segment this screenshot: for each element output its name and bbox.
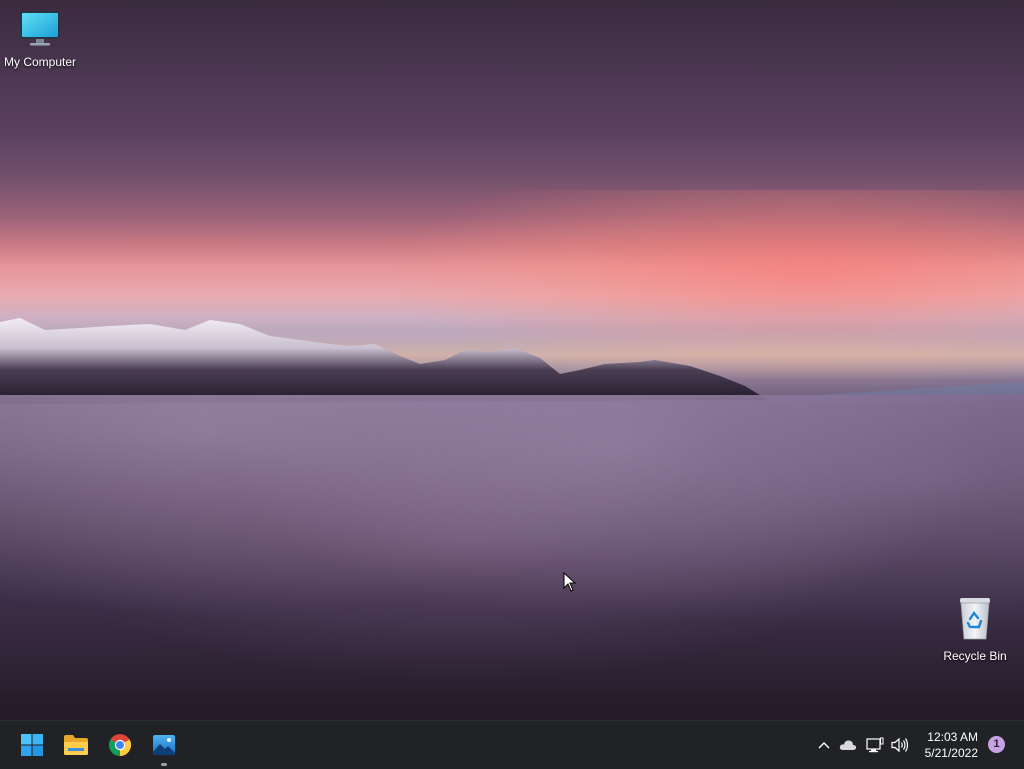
mountain-range [0, 318, 1024, 404]
photos-icon [153, 735, 175, 755]
mouse-cursor-icon [563, 572, 577, 592]
clock[interactable]: 12:03 AM 5/21/2022 [925, 729, 978, 761]
clock-date: 5/21/2022 [924, 746, 978, 760]
chrome-icon [109, 734, 131, 756]
taskbar-photos[interactable] [148, 729, 180, 761]
windows-start-icon [21, 734, 43, 756]
monitor-icon [20, 11, 60, 46]
folder-icon [64, 735, 88, 755]
recycle-bin-icon [960, 598, 990, 640]
taskbar-file-explorer[interactable] [60, 729, 92, 761]
clock-time: 12:03 AM [927, 730, 978, 744]
chevron-up-icon [818, 742, 830, 749]
taskbar-chrome[interactable] [104, 729, 136, 761]
desktop-icon-label: My Computer [3, 55, 77, 69]
desktop-icon-recycle-bin[interactable]: Recycle Bin [935, 596, 1015, 663]
start-button[interactable] [16, 729, 48, 761]
cloud-sea [0, 395, 1024, 720]
taskbar: 12:03 AM 5/21/2022 [0, 720, 1024, 769]
notification-badge[interactable]: 1 [988, 736, 1005, 753]
onedrive-cloud-icon [839, 740, 857, 750]
show-hidden-icons-button[interactable] [814, 721, 834, 769]
desktop-wallpaper [0, 0, 1024, 720]
active-app-indicator [161, 763, 167, 766]
onedrive-button[interactable] [838, 721, 858, 769]
network-icon [866, 737, 884, 753]
desktop-icon-label: Recycle Bin [943, 649, 1007, 663]
volume-icon [891, 737, 909, 753]
desktop-icon-my-computer[interactable]: My Computer [0, 8, 80, 69]
volume-button[interactable] [889, 721, 911, 769]
mountain-ridge [0, 318, 768, 404]
network-button[interactable] [864, 721, 886, 769]
